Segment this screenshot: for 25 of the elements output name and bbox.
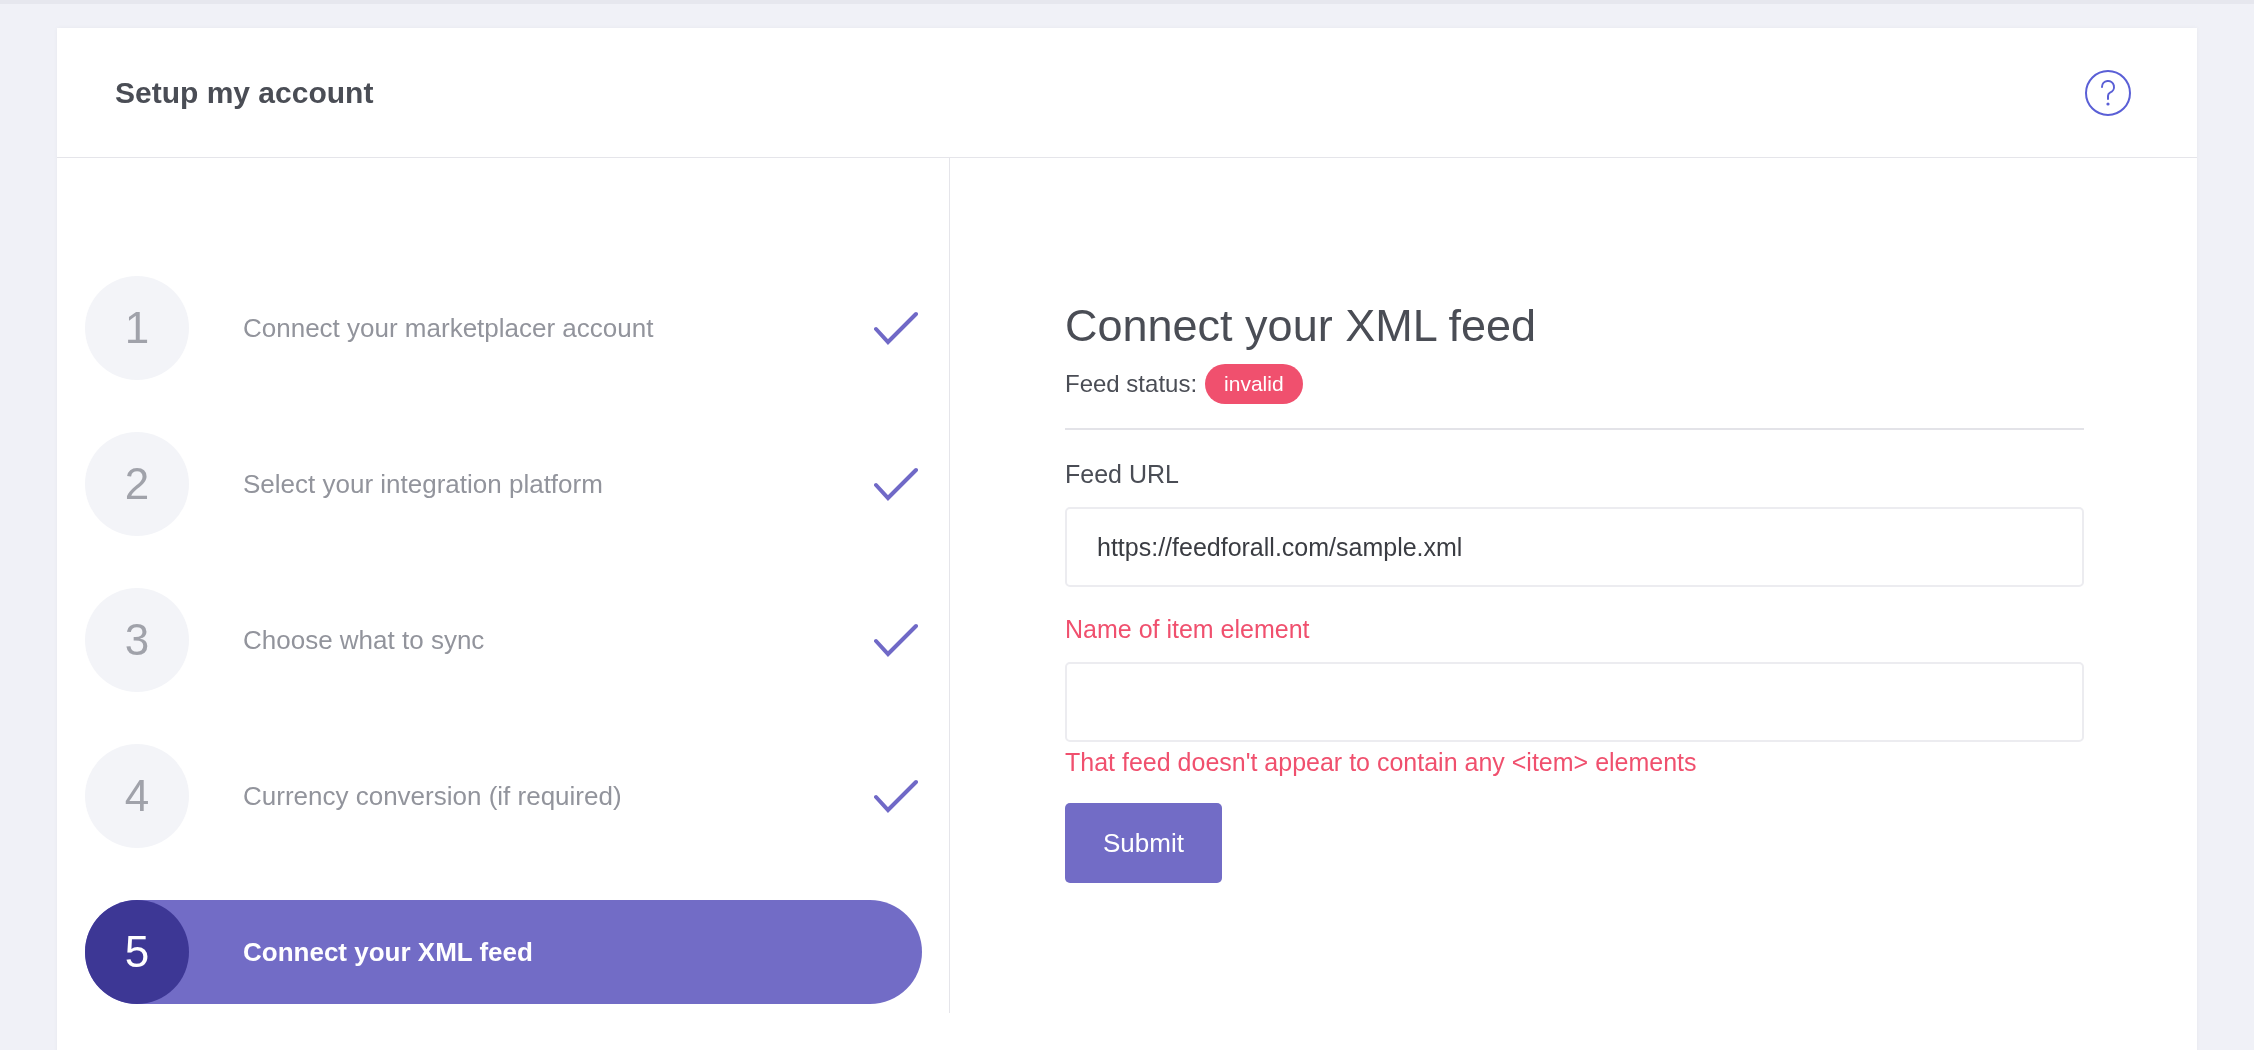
status-label: Feed status: xyxy=(1065,370,1198,398)
help-icon[interactable] xyxy=(2084,68,2132,117)
step-label: Currency conversion (if required) xyxy=(243,780,623,812)
form-heading: Connect your XML feed xyxy=(1065,300,1537,352)
step-item[interactable]: 4 Currency conversion (if required) xyxy=(85,744,922,848)
error-message: That feed doesn't appear to contain any <item> elements xyxy=(1065,748,1697,777)
step-item[interactable]: 3 Choose what to sync xyxy=(85,588,922,692)
step-number: 3 xyxy=(85,588,189,692)
status-badge: invalid xyxy=(1205,364,1303,404)
step-item[interactable]: 5 Connect your XML feed xyxy=(85,900,922,1004)
submit-button[interactable]: Submit xyxy=(1065,803,1222,883)
field-label: Feed URL xyxy=(1065,460,1179,489)
step-number: 4 xyxy=(85,744,189,848)
step-label: Connect your XML feed xyxy=(243,936,534,968)
input-field[interactable]: https://feedforall.com/sample.xml xyxy=(1065,507,2084,587)
page-title: Setup my account xyxy=(115,75,374,110)
step-item[interactable]: 2 Select your integration platform xyxy=(85,432,922,536)
step-label: Select your integration platform xyxy=(243,468,604,500)
step-label: Connect your marketplacer account xyxy=(243,312,655,344)
step-label: Choose what to sync xyxy=(243,624,486,656)
step-number: 5 xyxy=(85,900,189,1004)
field-label: Name of item element xyxy=(1065,615,1310,644)
step-number: 1 xyxy=(85,276,189,380)
step-item[interactable]: 1 Connect your marketplacer account xyxy=(85,276,922,380)
step-number: 2 xyxy=(85,432,189,536)
